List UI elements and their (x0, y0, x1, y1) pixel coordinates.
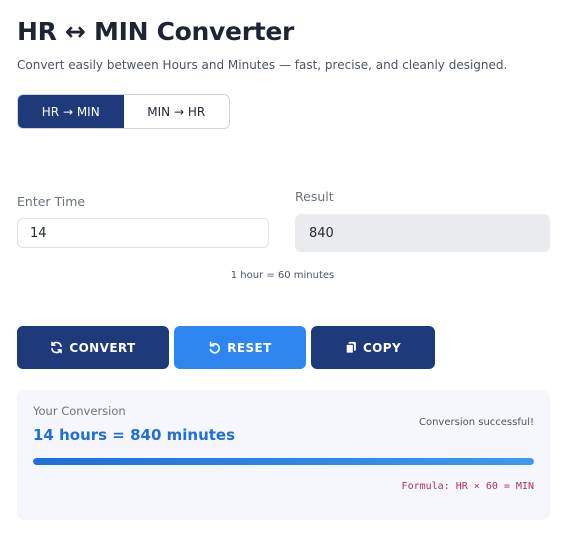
result-label: Result (295, 189, 334, 204)
conversion-hint: 1 hour = 60 minutes (230, 270, 335, 281)
copy-button-label: COPY (362, 340, 402, 355)
enter-time-label: Enter Time (17, 194, 86, 209)
formula-text: Formula: HR × 60 = MIN (401, 481, 534, 492)
mode-hr-to-min-button[interactable]: HR → MIN (18, 95, 124, 128)
mode-toggle: HR → MIN MIN → HR (17, 94, 230, 129)
conversion-summary-card: Your Conversion 14 hours = 840 minutes C… (17, 390, 550, 520)
copy-button[interactable]: COPY (311, 326, 435, 369)
summary-result: 14 hours = 840 minutes (33, 426, 236, 444)
reset-button-label: RESET (227, 340, 272, 355)
result-field: 840 (295, 214, 550, 252)
page-title: HR ↔ MIN Converter (17, 17, 295, 46)
clipboard-icon (345, 341, 356, 354)
progress-bar-fill (33, 458, 534, 465)
time-input-value: 14 (30, 225, 47, 241)
converter-page: HR ↔ MIN Converter Convert easily betwee… (0, 0, 565, 541)
time-input[interactable]: 14 (17, 218, 269, 248)
status-message: Conversion successful! (418, 417, 534, 428)
refresh-icon (51, 341, 63, 354)
reset-button[interactable]: RESET (174, 326, 306, 369)
convert-button[interactable]: CONVERT (17, 326, 169, 369)
undo-icon (209, 341, 221, 354)
result-value: 840 (309, 225, 334, 241)
page-subtitle: Convert easily between Hours and Minutes… (17, 58, 508, 72)
summary-label: Your Conversion (33, 404, 126, 418)
convert-button-label: CONVERT (69, 340, 136, 355)
progress-bar (33, 458, 534, 465)
mode-min-to-hr-button[interactable]: MIN → HR (124, 95, 230, 128)
